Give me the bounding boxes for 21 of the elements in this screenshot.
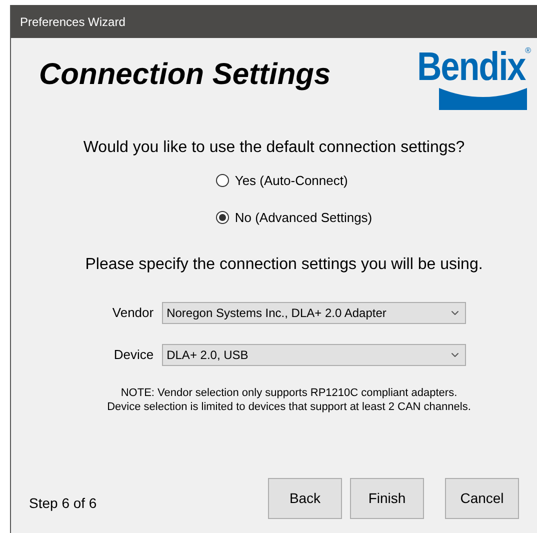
field-label: Device [114, 346, 154, 364]
wizard-button[interactable]: Back [268, 478, 342, 519]
field-label: Vendor [112, 304, 154, 322]
registered-mark: ® [525, 46, 531, 55]
dropdown-field[interactable]: Noregon Systems Inc., DLA+ 2.0 Adapter [162, 302, 466, 324]
wizard-button[interactable]: Finish [350, 478, 424, 519]
radio-option[interactable]: Yes (Auto-Connect) [216, 171, 372, 190]
instruction-text: Please specify the connection settings you will be using. [85, 255, 483, 275]
logo-text: Bendix [416, 46, 526, 88]
radio-button[interactable] [216, 211, 229, 224]
dropdown-field[interactable]: DLA+ 2.0, USB [162, 344, 466, 366]
wizard-button[interactable]: Cancel [445, 478, 519, 519]
note-text: Device selection is limited to devices that support at least 2 CAN channels. [107, 400, 471, 414]
page-title: Connection Settings [39, 57, 331, 93]
window-title: Preferences Wizard [20, 14, 126, 30]
question-text: Would you like to use the default connection settings? [83, 138, 465, 158]
radio-button[interactable] [216, 174, 229, 187]
note-text: NOTE: Vendor selection only supports RP1210C compliant adapters. [120, 386, 458, 400]
swoosh-icon [439, 88, 527, 110]
radio-option[interactable]: No (Advanced Settings) [216, 208, 372, 227]
step-indicator: Step 6 of 6 [29, 494, 97, 513]
